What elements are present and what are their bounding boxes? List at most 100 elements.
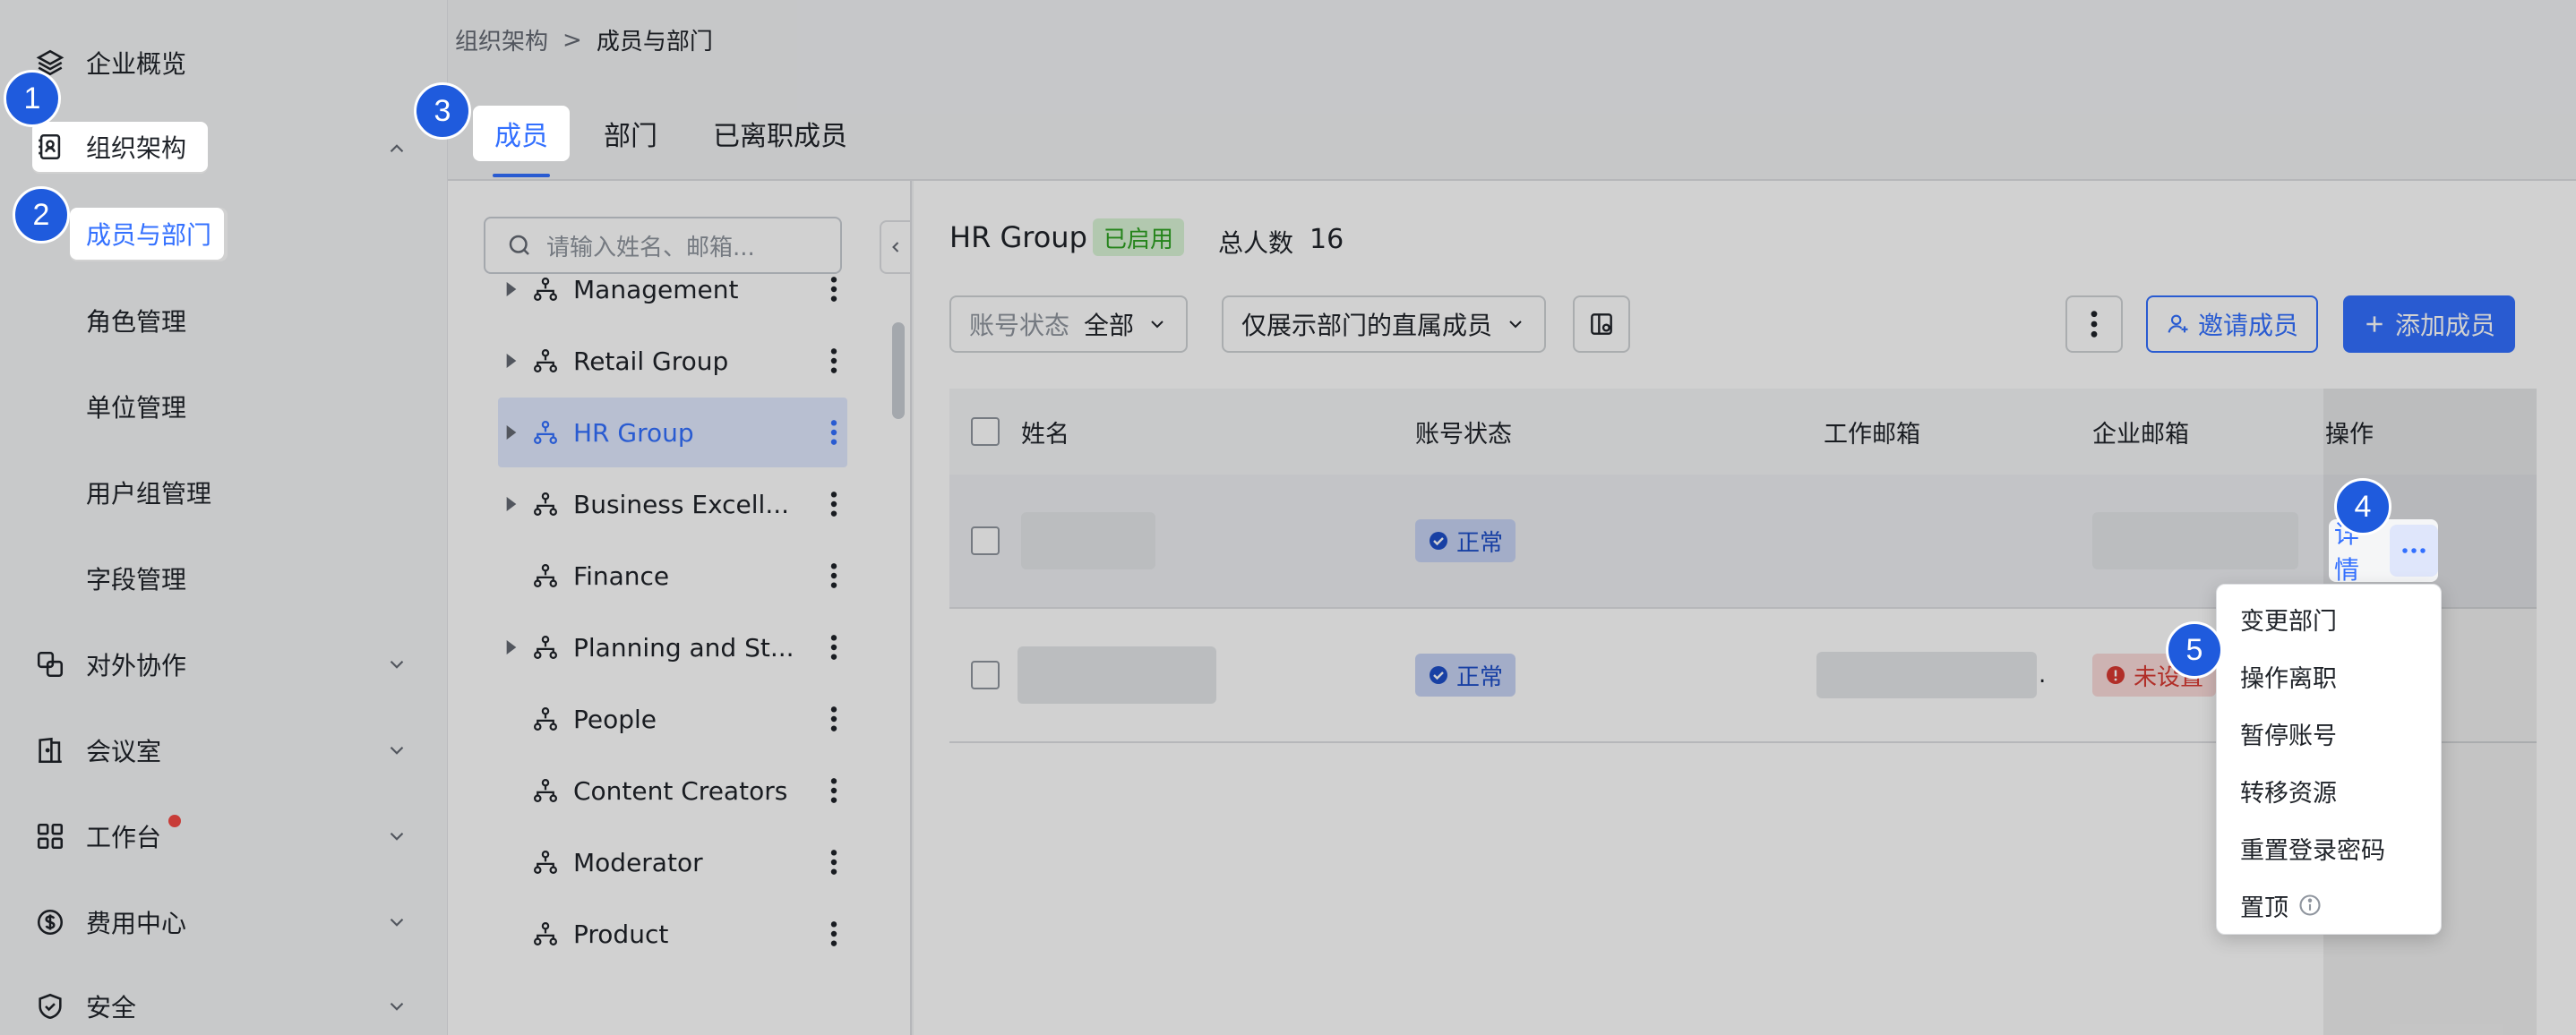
dollar-icon: [32, 904, 68, 940]
more-vertical-icon[interactable]: [820, 840, 847, 885]
sidebar-item-units[interactable]: 单位管理: [86, 380, 186, 433]
department-icon: [530, 489, 561, 519]
more-vertical-icon[interactable]: [820, 410, 847, 455]
member-total: 总人数 16: [1218, 224, 1344, 260]
sidebar-item-label: 企业概览: [86, 49, 187, 79]
highlight-tab-members[interactable]: 成员: [473, 106, 570, 161]
row-more-button[interactable]: [2390, 525, 2438, 577]
breadcrumb-separator: >: [562, 26, 582, 54]
menu-item-change-department[interactable]: 变更部门: [2226, 594, 2432, 644]
caret-right-icon[interactable]: [498, 276, 525, 303]
department-label: Moderator: [573, 847, 703, 877]
department-title: HR Group: [949, 220, 1087, 254]
work-email-suffix: .: [2039, 662, 2047, 689]
grid-icon: [32, 818, 68, 854]
more-vertical-icon[interactable]: [820, 625, 847, 670]
sidebar-item-meeting-rooms[interactable]: 会议室: [32, 723, 415, 777]
more-vertical-icon[interactable]: [820, 697, 847, 741]
column-settings-button[interactable]: [1573, 295, 1630, 353]
caret-right-icon[interactable]: [498, 419, 525, 446]
department-label: Content Creators: [573, 775, 788, 806]
chevron-down-icon[interactable]: [379, 732, 415, 768]
menu-item-transfer-resources[interactable]: 转移资源: [2226, 766, 2432, 816]
highlight-org-label: 组织架构: [86, 133, 187, 163]
department-tree-item[interactable]: Content Creators: [498, 756, 847, 825]
department-icon: [530, 919, 561, 949]
department-tree-panel: 请输入姓名、邮箱... Management Retail Group HR Gro…: [448, 181, 912, 1035]
column-account-status: 账号状态: [1415, 420, 1512, 449]
more-actions-button[interactable]: [2065, 295, 2123, 353]
add-member-button[interactable]: 添加成员: [2343, 295, 2516, 353]
more-vertical-icon[interactable]: [820, 267, 847, 312]
department-label: People: [573, 704, 657, 734]
member-name-redacted: [1021, 512, 1155, 569]
column-work-email: 工作邮箱: [1824, 420, 1920, 449]
department-icon: [530, 847, 561, 877]
scrollbar[interactable]: [892, 322, 905, 419]
sidebar-item-billing[interactable]: 费用中心: [32, 895, 415, 949]
department-tree-item[interactable]: Moderator: [498, 827, 847, 897]
account-status-filter[interactable]: 账号状态 全部: [949, 295, 1189, 353]
sidebar-item-user-groups[interactable]: 用户组管理: [86, 466, 211, 519]
more-vertical-icon[interactable]: [820, 338, 847, 383]
chevron-down-icon[interactable]: [379, 646, 415, 682]
department-tree-item[interactable]: Retail Group: [498, 326, 847, 396]
menu-item-label: 置顶: [2240, 894, 2288, 922]
menu-item-suspend-account[interactable]: 暂停账号: [2226, 708, 2432, 758]
sidebar-item-security[interactable]: 安全: [32, 979, 415, 1033]
row-checkbox[interactable]: [971, 526, 1000, 555]
sidebar-item-workspace[interactable]: 工作台: [32, 809, 415, 863]
chevron-up-icon[interactable]: [379, 131, 415, 167]
more-vertical-icon[interactable]: [820, 482, 847, 526]
menu-item-pin-top[interactable]: 置顶: [2226, 880, 2432, 930]
collapse-panel-button[interactable]: [880, 220, 912, 274]
department-tree-item[interactable]: Business Excell...: [498, 469, 847, 539]
shield-icon: [32, 988, 68, 1024]
tab-departed-members[interactable]: 已离职成员: [691, 106, 869, 161]
notification-dot: [168, 815, 181, 827]
more-vertical-icon: [2091, 311, 2098, 338]
caret-right-icon[interactable]: [498, 491, 525, 518]
sidebar-item-label: 费用中心: [86, 909, 187, 938]
breadcrumb-parent[interactable]: 组织架构: [455, 23, 548, 56]
more-vertical-icon[interactable]: [820, 768, 847, 813]
more-vertical-icon[interactable]: [820, 553, 847, 598]
more-vertical-icon[interactable]: [820, 911, 847, 956]
caret-right-icon[interactable]: [498, 347, 525, 374]
sidebar-item-fields[interactable]: 字段管理: [86, 552, 186, 605]
select-all-checkbox[interactable]: [971, 417, 1000, 446]
row-checkbox[interactable]: [971, 661, 1000, 689]
department-tree-item[interactable]: Management: [498, 254, 847, 324]
enterprise-email-redacted: [2092, 512, 2298, 569]
menu-item-offboard[interactable]: 操作离职: [2226, 651, 2360, 701]
highlight-members[interactable]: 成员与部门: [70, 208, 224, 260]
sidebar-item-overview[interactable]: 企业概览: [32, 36, 415, 90]
department-tree-item[interactable]: Product: [498, 899, 847, 969]
department-label: Business Excell...: [573, 489, 790, 519]
highlight-org[interactable]: 组织架构: [32, 122, 208, 172]
department-tree-item[interactable]: Finance: [498, 541, 847, 611]
invite-member-button[interactable]: 邀请成员: [2146, 295, 2319, 353]
sidebar-item-roles[interactable]: 角色管理: [86, 294, 186, 347]
department-tree-item[interactable]: People: [498, 684, 847, 754]
department-label: Finance: [573, 560, 670, 591]
breadcrumb: 组织架构 > 成员与部门: [455, 23, 713, 56]
department-label: Retail Group: [573, 346, 729, 376]
sidebar-item-label: 安全: [86, 993, 137, 1022]
chevron-down-icon[interactable]: [379, 904, 415, 940]
chevron-down-icon[interactable]: [379, 818, 415, 854]
chevron-down-icon: [1146, 313, 1168, 335]
chevron-down-icon[interactable]: [379, 988, 415, 1024]
tab-departments[interactable]: 部门: [582, 106, 679, 161]
direct-members-filter[interactable]: 仅展示部门的直属成员: [1222, 295, 1547, 353]
department-tree-item[interactable]: HR Group: [498, 398, 847, 467]
sidebar-item-external[interactable]: 对外协作: [32, 637, 415, 691]
department-icon: [530, 346, 561, 376]
status-badge: 已启用: [1093, 218, 1185, 256]
caret-right-icon[interactable]: [498, 634, 525, 661]
menu-item-reset-password[interactable]: 重置登录密码: [2226, 823, 2432, 873]
department-tree-item[interactable]: Planning and St...: [498, 612, 847, 682]
